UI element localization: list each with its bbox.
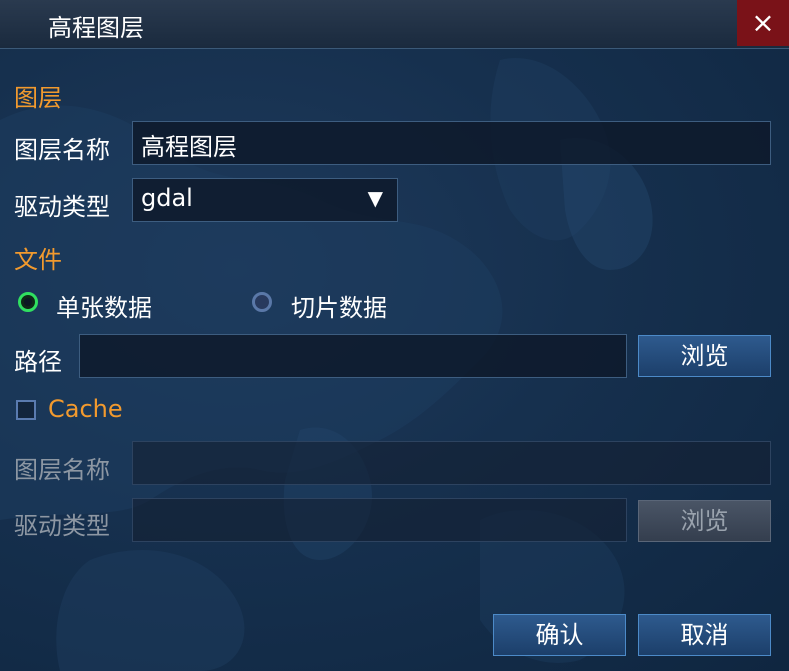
path-input[interactable]: [79, 334, 627, 378]
confirm-button[interactable]: 确认: [493, 614, 626, 656]
driver-type-select[interactable]: gdal ▼: [132, 178, 398, 222]
layer-name-input[interactable]: 高程图层: [132, 121, 771, 165]
radio-single-data-label: 单张数据: [56, 294, 152, 322]
cache-driver-type-label: 驱动类型: [14, 512, 110, 540]
browse-button[interactable]: 浏览: [638, 335, 771, 377]
confirm-button-label: 确认: [535, 621, 584, 649]
cache-layer-name-label: 图层名称: [14, 456, 110, 484]
radio-tiled-data[interactable]: [252, 292, 272, 312]
chevron-down-icon: ▼: [367, 186, 383, 210]
layer-name-value: 高程图层: [141, 133, 237, 161]
cache-checkbox-label: Cache: [48, 395, 123, 423]
layer-name-label: 图层名称: [14, 136, 110, 164]
file-section-heading: 文件: [14, 246, 62, 274]
radio-single-data[interactable]: [18, 292, 38, 312]
cache-checkbox[interactable]: [16, 400, 36, 420]
radio-tiled-data-label: 切片数据: [291, 294, 387, 322]
cache-layer-name-input[interactable]: [132, 441, 771, 485]
window-title: 高程图层: [48, 14, 144, 42]
layer-section-heading: 图层: [14, 84, 62, 112]
driver-type-value: gdal: [141, 184, 193, 212]
path-label: 路径: [14, 348, 62, 376]
close-icon: ×: [751, 6, 775, 39]
cache-driver-type-input[interactable]: [132, 498, 627, 542]
driver-type-label: 驱动类型: [14, 193, 110, 221]
cancel-button-label: 取消: [680, 621, 729, 649]
title-bar: 高程图层 ×: [0, 0, 789, 49]
cache-browse-button-label: 浏览: [680, 507, 729, 535]
close-button[interactable]: ×: [737, 0, 789, 46]
browse-button-label: 浏览: [680, 342, 729, 370]
cancel-button[interactable]: 取消: [638, 614, 771, 656]
cache-browse-button[interactable]: 浏览: [638, 500, 771, 542]
